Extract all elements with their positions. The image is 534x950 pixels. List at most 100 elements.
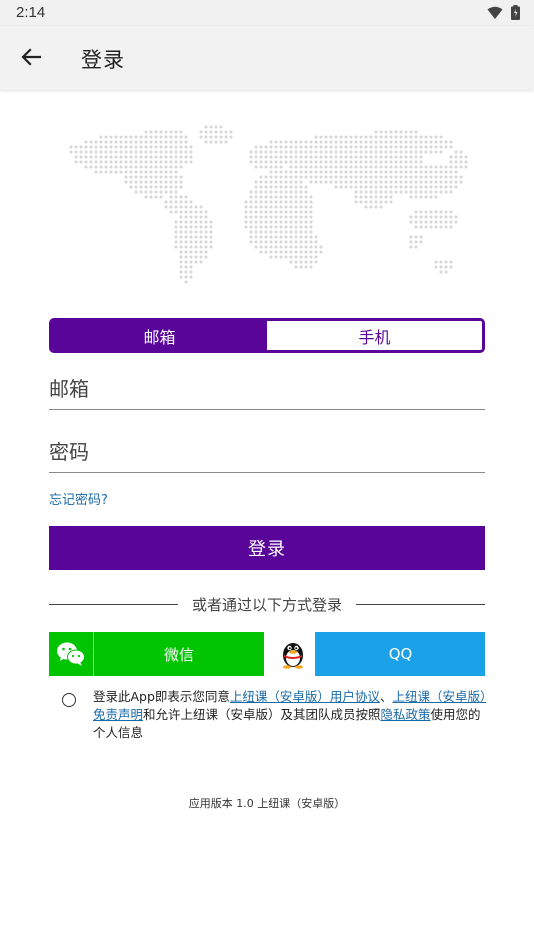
qq-login-button[interactable]: QQ <box>271 632 485 676</box>
map-dot <box>119 135 123 139</box>
map-dot <box>369 200 373 204</box>
map-dot <box>259 200 263 204</box>
map-dot <box>329 180 333 184</box>
agreement-part2: 和允许上纽课（安卓版）及其团队成员按照 <box>143 707 381 722</box>
map-dot <box>189 235 193 239</box>
map-dot <box>409 190 413 194</box>
map-dot <box>184 160 188 164</box>
map-dot <box>304 190 308 194</box>
map-dot <box>299 230 303 234</box>
map-dot <box>204 140 208 144</box>
map-dot <box>434 135 438 139</box>
tab-phone[interactable]: 手机 <box>267 321 482 350</box>
map-dot <box>329 175 333 179</box>
map-dot <box>209 140 213 144</box>
status-icons <box>487 5 520 24</box>
map-dot <box>364 190 368 194</box>
map-dot <box>379 205 383 209</box>
divider-text: 或者通过以下方式登录 <box>192 595 343 614</box>
map-dot <box>264 215 268 219</box>
map-dot <box>214 140 218 144</box>
map-dot <box>419 210 423 214</box>
map-dot <box>249 190 253 194</box>
map-dot <box>179 265 183 269</box>
map-dot <box>309 175 313 179</box>
map-dot <box>164 190 168 194</box>
map-dot <box>294 260 298 264</box>
map-dot <box>159 180 163 184</box>
map-dot <box>99 160 103 164</box>
map-dot <box>449 210 453 214</box>
back-button[interactable] <box>14 42 48 76</box>
map-dot <box>289 215 293 219</box>
map-dot <box>179 140 183 144</box>
map-dot <box>109 145 113 149</box>
map-dot <box>274 245 278 249</box>
map-dot <box>139 145 143 149</box>
map-dot <box>409 140 413 144</box>
map-dot <box>414 220 418 224</box>
agree-radio[interactable] <box>62 693 76 707</box>
map-dot <box>264 175 268 179</box>
map-dot <box>299 200 303 204</box>
forgot-password-link[interactable]: 忘记密码? <box>49 489 108 508</box>
map-dot <box>264 195 268 199</box>
map-dot <box>344 165 348 169</box>
map-dot <box>394 145 398 149</box>
map-dot <box>309 155 313 159</box>
map-dot <box>294 180 298 184</box>
map-dot <box>259 230 263 234</box>
map-dot <box>84 140 88 144</box>
map-dot <box>354 170 358 174</box>
map-dot <box>144 165 148 169</box>
map-dot <box>364 180 368 184</box>
map-dot <box>174 170 178 174</box>
privacy-policy-link[interactable]: 隐私政策 <box>381 707 431 722</box>
map-dot <box>119 140 123 144</box>
map-dot <box>79 155 83 159</box>
map-dot <box>204 245 208 249</box>
email-field[interactable] <box>49 370 485 408</box>
map-dot <box>364 175 368 179</box>
map-dot <box>89 145 93 149</box>
map-dot <box>449 160 453 164</box>
map-dot <box>294 220 298 224</box>
map-dot <box>124 140 128 144</box>
map-dot <box>309 140 313 144</box>
map-dot <box>264 205 268 209</box>
map-dot <box>359 180 363 184</box>
user-agreement-link[interactable]: 上纽课（安卓版）用户协议 <box>230 689 380 704</box>
map-dot <box>389 180 393 184</box>
map-dot <box>379 180 383 184</box>
map-dot <box>204 125 208 129</box>
map-dot <box>289 185 293 189</box>
map-dot <box>194 245 198 249</box>
tab-email[interactable]: 邮箱 <box>52 321 267 350</box>
map-dot <box>449 225 453 229</box>
password-field[interactable] <box>49 433 485 471</box>
wechat-login-button[interactable]: 微信 <box>49 632 264 676</box>
map-dot <box>134 170 138 174</box>
map-dot <box>144 140 148 144</box>
map-dot <box>349 140 353 144</box>
map-dot <box>134 185 138 189</box>
map-dot <box>264 145 268 149</box>
map-dot <box>329 160 333 164</box>
map-dot <box>364 135 368 139</box>
map-dot <box>374 135 378 139</box>
map-dot <box>294 195 298 199</box>
login-button[interactable]: 登录 <box>49 526 485 570</box>
map-dot <box>404 170 408 174</box>
map-dot <box>129 170 133 174</box>
map-dot <box>254 145 258 149</box>
map-dot <box>439 165 443 169</box>
map-dot <box>164 160 168 164</box>
map-dot <box>364 170 368 174</box>
map-dot <box>134 135 138 139</box>
map-dot <box>279 155 283 159</box>
map-dot <box>204 235 208 239</box>
map-dot <box>189 250 193 254</box>
map-dot <box>344 175 348 179</box>
map-dot <box>179 185 183 189</box>
map-dot <box>169 190 173 194</box>
